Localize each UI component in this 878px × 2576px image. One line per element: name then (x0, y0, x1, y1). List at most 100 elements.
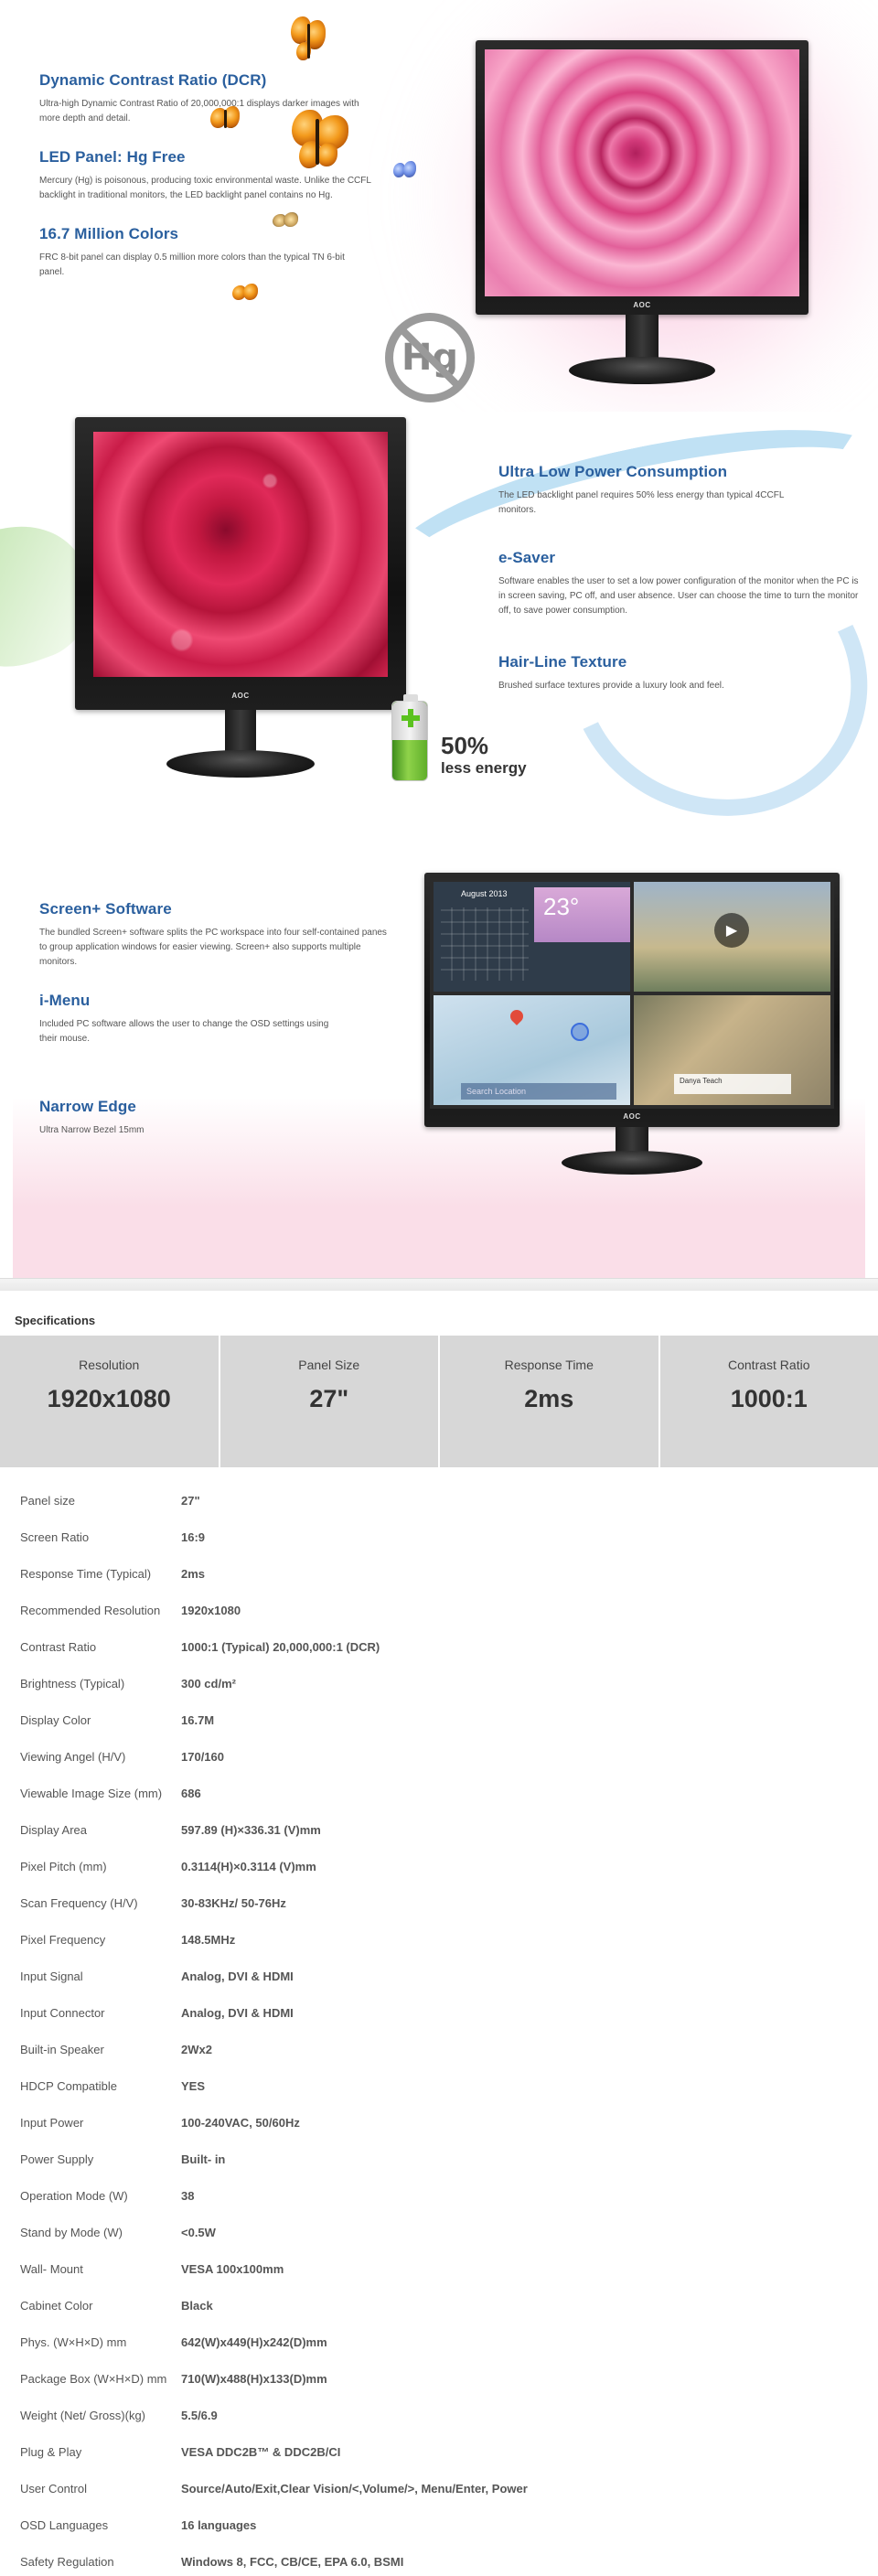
spec-row: Input Signal Analog, DVI & HDMI (0, 1958, 878, 1994)
calendar-grid (441, 907, 529, 981)
spec-key: Viewable Image Size (mm) (20, 1786, 163, 1800)
feature-desc: Mercury (Hg) is poisonous, producing tox… (39, 176, 371, 200)
spec-row: Operation Mode (W) 38 (0, 2177, 878, 2214)
brand-logo: AOC (231, 692, 250, 700)
summary-value: 2ms (524, 1385, 574, 1412)
section-screen-plus: Screen+ Software The bundled Screen+ sof… (0, 832, 878, 1281)
monitor-flower: AOC (75, 417, 406, 790)
video-pane: ▶ (634, 882, 830, 992)
spec-key: OSD Languages (20, 2517, 109, 2532)
spec-row: Recommended Resolution 1920x1080 (0, 1592, 878, 1628)
spec-value: 27" (181, 1493, 200, 1508)
summary-cell: Panel Size 27" (220, 1336, 440, 1467)
feature-hairline: Hair-Line Texture Brushed surface textur… (498, 653, 864, 693)
monitor-base (166, 750, 315, 778)
photo-pane: Danya Teach (634, 995, 830, 1105)
spec-value: 1920x1080 (181, 1603, 241, 1617)
spec-key: Safety Regulation (20, 2554, 114, 2569)
spec-value: 16:9 (181, 1530, 206, 1544)
spec-key: Pixel Frequency (20, 1932, 106, 1947)
flower-image (93, 432, 388, 677)
feature-desc: FRC 8-bit panel can display 0.5 million … (39, 252, 345, 277)
map-pin-icon (508, 1007, 526, 1025)
feature-title: e-Saver (498, 549, 556, 566)
spec-row: OSD Languages 16 languages (0, 2506, 878, 2543)
monitor-neck (225, 710, 256, 756)
feature-title: Dynamic Contrast Ratio (DCR) (39, 71, 267, 89)
spec-key: Plug & Play (20, 2444, 82, 2459)
feature-desc: Brushed surface textures provide a luxur… (498, 681, 724, 691)
spec-key: Built-in Speaker (20, 2042, 104, 2056)
spec-value: VESA DDC2B™ & DDC2B/CI (181, 2444, 341, 2459)
feature-colors: 16.7 Million Colors FRC 8-bit panel can … (39, 225, 405, 280)
spec-row: Stand by Mode (W) <0.5W (0, 2214, 878, 2250)
butterfly-icon (210, 106, 241, 132)
feature-e-saver: e-Saver Software enables the user to set… (498, 549, 864, 618)
summary-cell: Resolution 1920x1080 (0, 1336, 220, 1467)
spec-value: Source/Auto/Exit,Clear Vision/<,Volume/>… (181, 2481, 528, 2496)
monitor-rose: AOC (476, 40, 808, 395)
spec-value: 30-83KHz/ 50-76Hz (181, 1895, 286, 1910)
monitor-bezel: AOC (75, 417, 406, 710)
summary-value: 1920x1080 (47, 1385, 171, 1412)
monitor-base (562, 1151, 702, 1175)
monitor-screen (485, 49, 799, 296)
energy-label: less energy (441, 759, 527, 777)
spec-key: Response Time (Typical) (20, 1566, 152, 1581)
spec-table: Panel size 27" Screen Ratio 16:9 Response Ti… (0, 1482, 878, 2576)
calendar-pane: August 2013 23° (434, 882, 630, 992)
spec-key: Input Signal (20, 1969, 83, 1983)
monitor-neck (626, 315, 658, 362)
spec-value: 170/160 (181, 1749, 224, 1764)
feature-title: Ultra Low Power Consumption (498, 463, 728, 480)
feature-title: Narrow Edge (39, 1098, 136, 1115)
spec-value: 38 (181, 2188, 195, 2203)
feature-title: Hair-Line Texture (498, 653, 627, 671)
spec-key: HDCP Compatible (20, 2078, 117, 2093)
feature-desc: Included PC software allows the user to … (39, 1019, 329, 1044)
specs-title: Specifications (15, 1314, 96, 1327)
summary-cell: Contrast Ratio 1000:1 (660, 1336, 878, 1467)
monitor-bezel: AOC (476, 40, 808, 315)
spec-row: Input Power 100-240VAC, 50/60Hz (0, 2104, 878, 2141)
summary-cell: Response Time 2ms (440, 1336, 660, 1467)
spec-key: Scan Frequency (H/V) (20, 1895, 138, 1910)
summary-value: 27" (309, 1385, 349, 1412)
spec-row: Brightness (Typical) 300 cd/m² (0, 1665, 878, 1701)
spec-value: Analog, DVI & HDMI (181, 1969, 294, 1983)
feature-desc: Ultra Narrow Bezel 15mm (39, 1125, 145, 1135)
summary-label: Panel Size (298, 1358, 360, 1372)
spec-row: Power Supply Built- in (0, 2141, 878, 2177)
feature-narrow-edge: Narrow Edge Ultra Narrow Bezel 15mm (39, 1098, 405, 1138)
spec-row: Viewable Image Size (mm) 686 (0, 1775, 878, 1811)
spec-key: Weight (Net/ Gross)(kg) (20, 2408, 146, 2422)
divider-bar (0, 1278, 878, 1291)
spec-row: Cabinet Color Black (0, 2287, 878, 2324)
spec-key: User Control (20, 2481, 87, 2496)
spec-value: 0.3114(H)×0.3114 (V)mm (181, 1859, 316, 1873)
spec-key: Contrast Ratio (20, 1639, 97, 1654)
map-pane: Search Location (434, 995, 630, 1105)
play-icon[interactable]: ▶ (714, 913, 749, 948)
monitor-base (569, 357, 715, 384)
calendar-title: August 2013 (461, 889, 508, 898)
spec-row: Display Area 597.89 (H)×336.31 (V)mm (0, 1811, 878, 1848)
spec-value: 5.5/6.9 (181, 2408, 218, 2422)
spec-key: Brightness (Typical) (20, 1676, 125, 1690)
brand-logo: AOC (623, 1112, 641, 1121)
spec-row: Package Box (W×H×D) mm 710(W)x488(H)x133(… (0, 2360, 878, 2397)
energy-percent: 50% (441, 732, 489, 759)
spec-key: Pixel Pitch (mm) (20, 1859, 107, 1873)
search-location-input[interactable]: Search Location (461, 1083, 616, 1100)
rose-image (485, 49, 799, 296)
feature-title: 16.7 Million Colors (39, 225, 179, 242)
contact-card: Danya Teach (674, 1074, 791, 1094)
spec-row: Plug & Play VESA DDC2B™ & DDC2B/CI (0, 2433, 878, 2470)
spec-summary: Resolution 1920x1080 Panel Size 27" Resp… (0, 1336, 878, 1467)
spec-key: Recommended Resolution (20, 1603, 161, 1617)
spec-row: Weight (Net/ Gross)(kg) 5.5/6.9 (0, 2397, 878, 2433)
spec-value: <0.5W (181, 2225, 216, 2239)
spec-value: 710(W)x488(H)x133(D)mm (181, 2371, 327, 2386)
spec-value: 2Wx2 (181, 2042, 212, 2056)
spec-key: Power Supply (20, 2152, 94, 2166)
